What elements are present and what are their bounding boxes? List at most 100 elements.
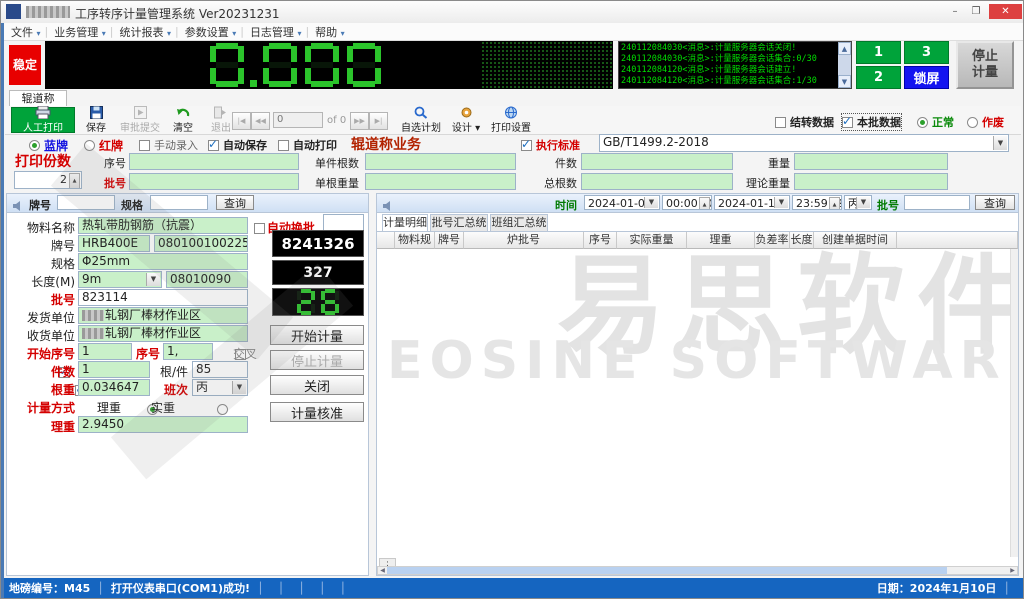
toolbar-button-1[interactable]: 保存 — [79, 107, 113, 133]
stop-measure-side-button[interactable]: 停止计量 — [270, 350, 364, 370]
date-to-select[interactable]: 2024-01-11 ▼ — [714, 195, 790, 210]
shift-select[interactable]: 丙 ▼ — [192, 379, 248, 396]
close-button[interactable]: ✕ — [989, 4, 1022, 19]
manual-entry-checkbox[interactable] — [139, 140, 150, 151]
column-header-3[interactable]: 序号 — [584, 232, 617, 249]
table-hscrollbar[interactable]: ◀ ▶ — [377, 566, 1018, 575]
scroll-left-icon[interactable]: ◀ — [378, 567, 387, 574]
theory-weight-input[interactable]: 2.9450 — [78, 416, 248, 433]
lock-screen-button[interactable]: 锁屏 — [904, 66, 949, 89]
menu-item-1[interactable]: 业务管理 ▾ — [54, 24, 106, 40]
total-roots-input[interactable] — [581, 173, 733, 190]
time-to-stepper[interactable]: 23:59:59 ▲▼ — [792, 195, 842, 210]
this-batch-check-group[interactable]: 本批数据 — [842, 114, 901, 130]
carryover-checkbox[interactable] — [775, 117, 786, 128]
void-radio-group[interactable]: 作废 — [967, 114, 1004, 130]
toolbar-button-4[interactable]: 退出 — [205, 107, 237, 133]
minimize-button[interactable]: – — [946, 4, 964, 19]
receiver-input[interactable]: 轧钢厂棒材作业区 — [78, 325, 248, 342]
stop-measure-button[interactable]: 停止计量 — [956, 41, 1014, 89]
chevron-down-icon[interactable]: ▼ — [774, 197, 788, 208]
toolbar-button-0[interactable]: 人工打印 — [11, 107, 75, 133]
chevron-down-icon[interactable]: ▼ — [146, 273, 160, 286]
normal-radio[interactable] — [917, 117, 928, 128]
stepper-arrows-icon[interactable]: ▲▼ — [699, 197, 710, 208]
date-from-select[interactable]: 2024-01-01 ▼ — [584, 195, 660, 210]
left-query-button[interactable]: 查询 — [216, 195, 254, 210]
close-panel-button[interactable]: 关闭 — [270, 375, 364, 395]
print-setup-button[interactable]: 打印设置 — [487, 107, 535, 133]
start-seq-input[interactable]: 1 — [78, 343, 132, 360]
pieces-roots-input[interactable] — [365, 153, 516, 170]
length-code-input[interactable]: 08010090 — [166, 271, 248, 288]
stepper-arrows-icon[interactable]: ▲▼ — [829, 197, 840, 208]
grade-code-input[interactable]: 0801001002250 — [154, 235, 248, 252]
hscroll-thumb[interactable] — [387, 567, 947, 574]
print-copies-stepper[interactable]: 2 ▲▼ — [14, 171, 82, 189]
autoprint-group[interactable]: 自动打印 — [278, 137, 337, 153]
shift-filter-select[interactable]: 丙 ▼ — [844, 195, 872, 210]
weight-field-input[interactable] — [794, 153, 948, 170]
chevron-down-icon[interactable]: ▼ — [856, 197, 870, 208]
time-from-stepper[interactable]: 00:00:00 ▲▼ — [662, 195, 712, 210]
batch-filter-input[interactable] — [904, 195, 970, 210]
root-weight-input[interactable]: 0.034647 — [78, 379, 150, 396]
restore-button[interactable]: ❐ — [967, 4, 985, 19]
result-tab-1[interactable]: 批号汇总统计 — [430, 214, 488, 231]
normal-radio-group[interactable]: 正常 — [917, 114, 954, 130]
result-tab-0[interactable]: 计量明细 — [382, 214, 428, 231]
batch-field-input[interactable] — [129, 173, 299, 190]
chevron-down-icon[interactable]: ▼ — [993, 136, 1007, 150]
manual-entry-group[interactable]: 手动录入 — [139, 137, 198, 153]
message-log-scrollbar[interactable]: ▲▼ — [838, 42, 851, 88]
seq-input[interactable]: 1, — [163, 343, 213, 360]
autobatch-checkbox[interactable] — [254, 223, 265, 234]
scroll-down-icon[interactable]: ▼ — [838, 75, 851, 88]
nav-last-button[interactable]: ▶| — [369, 112, 388, 130]
menu-item-2[interactable]: 统计报表 ▾ — [119, 24, 171, 40]
column-header-blank[interactable] — [897, 232, 1018, 249]
nav-next-button[interactable]: ▶▶ — [350, 112, 369, 130]
count-field-input[interactable] — [581, 153, 733, 170]
result-tab-2[interactable]: 班组汇总统计 — [490, 214, 548, 231]
scroll-up-icon[interactable]: ▲ — [838, 42, 851, 55]
theory-weight-field-input[interactable] — [794, 173, 948, 190]
column-header-2[interactable]: 炉批号 — [464, 232, 584, 249]
column-header-5[interactable]: 理重 — [687, 232, 755, 249]
material-input[interactable]: 热轧带肋钢筋（抗震） — [78, 217, 248, 234]
standard-checkbox[interactable] — [521, 140, 532, 151]
spec-input[interactable]: Φ25mm — [78, 253, 248, 270]
chevron-down-icon[interactable]: ▼ — [232, 381, 246, 394]
autosave-checkbox[interactable] — [208, 140, 219, 151]
chevron-down-icon[interactable]: ▼ — [644, 197, 658, 208]
single-weight-input[interactable] — [365, 173, 516, 190]
column-header-1[interactable]: 牌号 — [435, 232, 464, 249]
spec-filter-input[interactable] — [150, 195, 208, 210]
menu-item-3[interactable]: 参数设置 ▾ — [185, 24, 237, 40]
toolbar-button-3[interactable]: 清空 — [167, 107, 199, 133]
sender-input[interactable]: 轧钢厂棒材作业区 — [78, 307, 248, 324]
count-input[interactable]: 1 — [78, 361, 150, 378]
blue-card-radio[interactable] — [29, 140, 40, 151]
red-card-radio[interactable] — [84, 140, 95, 151]
start-measure-button[interactable]: 开始计量 — [270, 325, 364, 345]
autoprint-checkbox[interactable] — [278, 140, 289, 151]
this-batch-checkbox[interactable] — [842, 117, 853, 128]
actual-radio[interactable] — [217, 404, 228, 415]
column-header-7[interactable]: 长度 — [790, 232, 814, 249]
table-vscrollbar[interactable] — [1010, 249, 1018, 557]
tab-roller-scale[interactable]: 辊道称 — [9, 90, 67, 107]
carryover-check-group[interactable]: 结转数据 — [775, 114, 834, 130]
column-header-4[interactable]: 实际重量 — [617, 232, 687, 249]
grade-input[interactable]: HRB400E — [78, 235, 150, 252]
menu-item-5[interactable]: 帮助 ▾ — [315, 24, 345, 40]
toolbar-button-2[interactable]: 审批提交 — [117, 107, 163, 133]
record-number-input[interactable]: 0 — [273, 112, 323, 128]
menu-item-4[interactable]: 日志管理 ▾ — [250, 24, 302, 40]
plan-button[interactable]: 自选计划 — [398, 107, 444, 133]
standard-select[interactable]: GB/T1499.2-2018 ▼ — [599, 134, 1009, 152]
stepper-arrows-icon[interactable]: ▲▼ — [69, 173, 80, 187]
void-radio[interactable] — [967, 117, 978, 128]
column-header-6[interactable]: 负差率 — [755, 232, 790, 249]
right-query-button[interactable]: 查询 — [975, 195, 1015, 210]
